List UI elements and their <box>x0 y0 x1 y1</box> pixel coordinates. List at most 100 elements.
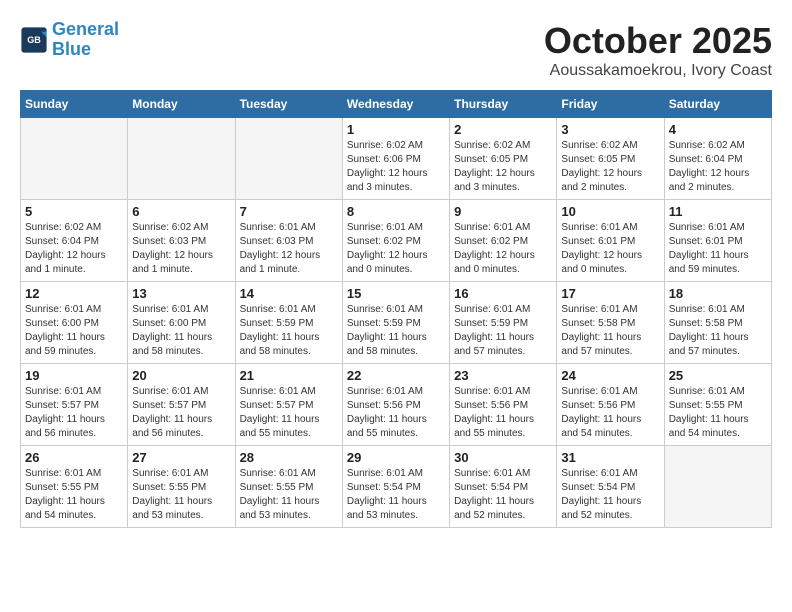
day-number: 11 <box>669 204 767 219</box>
day-info: Sunrise: 6:02 AM Sunset: 6:04 PM Dayligh… <box>25 221 123 277</box>
day-info: Sunrise: 6:02 AM Sunset: 6:04 PM Dayligh… <box>669 139 767 195</box>
page-title: October 2025 <box>544 20 772 62</box>
day-number: 24 <box>561 368 659 383</box>
day-number: 19 <box>25 368 123 383</box>
calendar-cell: 4 Sunrise: 6:02 AM Sunset: 6:04 PM Daylig… <box>664 118 771 200</box>
calendar-week-row: 19 Sunrise: 6:01 AM Sunset: 5:57 PM Dayli… <box>21 364 772 446</box>
day-info: Sunrise: 6:01 AM Sunset: 6:01 PM Dayligh… <box>669 221 767 277</box>
day-number: 12 <box>25 286 123 301</box>
calendar-cell: 22Sunrise: 6:01 AM Sunset: 5:56 PM Dayli… <box>342 364 449 446</box>
day-number: 21 <box>240 368 338 383</box>
day-info: Sunrise: 6:01 AM Sunset: 5:55 PM Dayligh… <box>132 467 230 523</box>
day-info: Sunrise: 6:01 AM Sunset: 6:00 PM Dayligh… <box>132 303 230 359</box>
day-info: Sunrise: 6:01 AM Sunset: 5:56 PM Dayligh… <box>347 385 445 441</box>
day-number: 13 <box>132 286 230 301</box>
day-info: Sunrise: 6:01 AM Sunset: 6:01 PM Dayligh… <box>561 221 659 277</box>
calendar-cell: 20Sunrise: 6:01 AM Sunset: 5:57 PM Dayli… <box>128 364 235 446</box>
page-header: GB General Blue October 2025 Aoussakamoe… <box>20 20 772 80</box>
calendar-cell: 18Sunrise: 6:01 AM Sunset: 5:58 PM Dayli… <box>664 282 771 364</box>
calendar-cell: 12 Sunrise: 6:01 AM Sunset: 6:00 PM Dayli… <box>21 282 128 364</box>
calendar-cell: 23 Sunrise: 6:01 AM Sunset: 5:56 PM Dayli… <box>450 364 557 446</box>
calendar-cell <box>664 446 771 528</box>
calendar-table: SundayMondayTuesdayWednesdayThursdayFrid… <box>20 90 772 528</box>
day-number: 16 <box>454 286 552 301</box>
calendar-cell: 27Sunrise: 6:01 AM Sunset: 5:55 PM Dayli… <box>128 446 235 528</box>
day-number: 26 <box>25 450 123 465</box>
calendar-week-row: 1Sunrise: 6:02 AM Sunset: 6:06 PM Daylig… <box>21 118 772 200</box>
title-section: October 2025 Aoussakamoekrou, Ivory Coas… <box>544 20 772 80</box>
svg-text:GB: GB <box>27 35 41 45</box>
day-number: 6 <box>132 204 230 219</box>
calendar-cell: 30Sunrise: 6:01 AM Sunset: 5:54 PM Dayli… <box>450 446 557 528</box>
day-number: 25 <box>669 368 767 383</box>
calendar-cell <box>21 118 128 200</box>
calendar-cell: 19Sunrise: 6:01 AM Sunset: 5:57 PM Dayli… <box>21 364 128 446</box>
day-of-week-header: Monday <box>128 91 235 118</box>
calendar-cell: 16 Sunrise: 6:01 AM Sunset: 5:59 PM Dayli… <box>450 282 557 364</box>
day-number: 17 <box>561 286 659 301</box>
day-of-week-header: Saturday <box>664 91 771 118</box>
day-info: Sunrise: 6:01 AM Sunset: 6:03 PM Dayligh… <box>240 221 338 277</box>
calendar-cell: 10Sunrise: 6:01 AM Sunset: 6:01 PM Dayli… <box>557 200 664 282</box>
calendar-header-row: SundayMondayTuesdayWednesdayThursdayFrid… <box>21 91 772 118</box>
calendar-cell: 15 Sunrise: 6:01 AM Sunset: 5:59 PM Dayli… <box>342 282 449 364</box>
logo-text: General Blue <box>52 20 119 60</box>
calendar-cell: 21 Sunrise: 6:01 AM Sunset: 5:57 PM Dayli… <box>235 364 342 446</box>
day-of-week-header: Thursday <box>450 91 557 118</box>
calendar-cell: 8 Sunrise: 6:01 AM Sunset: 6:02 PM Daylig… <box>342 200 449 282</box>
day-info: Sunrise: 6:01 AM Sunset: 5:59 PM Dayligh… <box>240 303 338 359</box>
day-info: Sunrise: 6:01 AM Sunset: 5:57 PM Dayligh… <box>240 385 338 441</box>
day-number: 2 <box>454 122 552 137</box>
calendar-cell: 2 Sunrise: 6:02 AM Sunset: 6:05 PM Daylig… <box>450 118 557 200</box>
calendar-cell: 11 Sunrise: 6:01 AM Sunset: 6:01 PM Dayli… <box>664 200 771 282</box>
calendar-cell: 3Sunrise: 6:02 AM Sunset: 6:05 PM Daylig… <box>557 118 664 200</box>
day-of-week-header: Sunday <box>21 91 128 118</box>
day-info: Sunrise: 6:01 AM Sunset: 5:58 PM Dayligh… <box>561 303 659 359</box>
day-number: 23 <box>454 368 552 383</box>
calendar-cell: 6 Sunrise: 6:02 AM Sunset: 6:03 PM Daylig… <box>128 200 235 282</box>
day-info: Sunrise: 6:01 AM Sunset: 5:54 PM Dayligh… <box>561 467 659 523</box>
day-number: 9 <box>454 204 552 219</box>
day-info: Sunrise: 6:01 AM Sunset: 5:56 PM Dayligh… <box>561 385 659 441</box>
day-number: 15 <box>347 286 445 301</box>
day-info: Sunrise: 6:02 AM Sunset: 6:05 PM Dayligh… <box>561 139 659 195</box>
day-number: 8 <box>347 204 445 219</box>
calendar-cell: 1Sunrise: 6:02 AM Sunset: 6:06 PM Daylig… <box>342 118 449 200</box>
day-info: Sunrise: 6:01 AM Sunset: 5:59 PM Dayligh… <box>347 303 445 359</box>
day-number: 31 <box>561 450 659 465</box>
day-number: 7 <box>240 204 338 219</box>
day-number: 30 <box>454 450 552 465</box>
calendar-cell: 13 Sunrise: 6:01 AM Sunset: 6:00 PM Dayli… <box>128 282 235 364</box>
day-info: Sunrise: 6:01 AM Sunset: 6:02 PM Dayligh… <box>454 221 552 277</box>
day-number: 1 <box>347 122 445 137</box>
logo: GB General Blue <box>20 20 119 60</box>
day-info: Sunrise: 6:01 AM Sunset: 5:54 PM Dayligh… <box>347 467 445 523</box>
calendar-week-row: 5Sunrise: 6:02 AM Sunset: 6:04 PM Daylig… <box>21 200 772 282</box>
day-of-week-header: Tuesday <box>235 91 342 118</box>
day-info: Sunrise: 6:01 AM Sunset: 6:00 PM Dayligh… <box>25 303 123 359</box>
calendar-cell: 25Sunrise: 6:01 AM Sunset: 5:55 PM Dayli… <box>664 364 771 446</box>
day-info: Sunrise: 6:01 AM Sunset: 6:02 PM Dayligh… <box>347 221 445 277</box>
day-info: Sunrise: 6:01 AM Sunset: 5:55 PM Dayligh… <box>240 467 338 523</box>
calendar-cell: 28 Sunrise: 6:01 AM Sunset: 5:55 PM Dayli… <box>235 446 342 528</box>
day-info: Sunrise: 6:01 AM Sunset: 5:59 PM Dayligh… <box>454 303 552 359</box>
day-number: 14 <box>240 286 338 301</box>
calendar-cell: 7 Sunrise: 6:01 AM Sunset: 6:03 PM Daylig… <box>235 200 342 282</box>
calendar-cell: 17 Sunrise: 6:01 AM Sunset: 5:58 PM Dayli… <box>557 282 664 364</box>
day-info: Sunrise: 6:01 AM Sunset: 5:55 PM Dayligh… <box>25 467 123 523</box>
calendar-cell: 29Sunrise: 6:01 AM Sunset: 5:54 PM Dayli… <box>342 446 449 528</box>
calendar-cell: 31 Sunrise: 6:01 AM Sunset: 5:54 PM Dayli… <box>557 446 664 528</box>
day-number: 18 <box>669 286 767 301</box>
day-info: Sunrise: 6:02 AM Sunset: 6:05 PM Dayligh… <box>454 139 552 195</box>
calendar-cell: 9 Sunrise: 6:01 AM Sunset: 6:02 PM Daylig… <box>450 200 557 282</box>
calendar-cell: 26 Sunrise: 6:01 AM Sunset: 5:55 PM Dayli… <box>21 446 128 528</box>
day-of-week-header: Wednesday <box>342 91 449 118</box>
page-subtitle: Aoussakamoekrou, Ivory Coast <box>544 62 772 80</box>
day-number: 4 <box>669 122 767 137</box>
calendar-week-row: 26 Sunrise: 6:01 AM Sunset: 5:55 PM Dayli… <box>21 446 772 528</box>
day-number: 28 <box>240 450 338 465</box>
calendar-cell: 24 Sunrise: 6:01 AM Sunset: 5:56 PM Dayli… <box>557 364 664 446</box>
day-info: Sunrise: 6:01 AM Sunset: 5:56 PM Dayligh… <box>454 385 552 441</box>
day-info: Sunrise: 6:02 AM Sunset: 6:03 PM Dayligh… <box>132 221 230 277</box>
day-info: Sunrise: 6:01 AM Sunset: 5:57 PM Dayligh… <box>132 385 230 441</box>
